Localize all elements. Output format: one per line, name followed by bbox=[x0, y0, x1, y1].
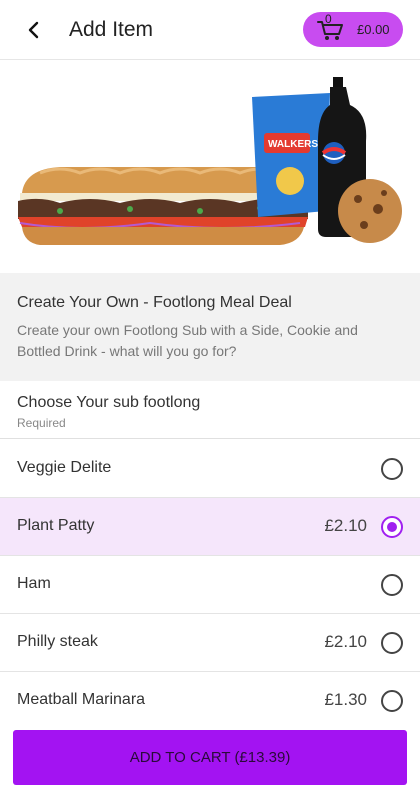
option-name: Veggie Delite bbox=[17, 459, 112, 476]
radio-button[interactable] bbox=[381, 574, 403, 596]
option-group-header: Choose Your sub footlong Required bbox=[0, 381, 420, 439]
cart-icon: 0 bbox=[317, 12, 345, 42]
page-title: Add Item bbox=[69, 18, 154, 41]
option-name: Meatball Marinara bbox=[17, 691, 146, 708]
meal-title: Create Your Own - Footlong Meal Deal bbox=[17, 294, 292, 311]
app-header: Add Item 0 £0.00 bbox=[0, 0, 420, 60]
cart-button[interactable]: 0 £0.00 bbox=[303, 12, 403, 47]
meal-description: Create your own Footlong Sub with a Side… bbox=[17, 322, 358, 359]
option-ham[interactable]: Ham bbox=[0, 556, 420, 614]
radio-button[interactable] bbox=[381, 690, 403, 712]
option-name: Plant Patty bbox=[17, 517, 95, 534]
chevron-left-icon bbox=[28, 21, 39, 39]
option-price: £2.10 bbox=[324, 632, 367, 651]
radio-button[interactable] bbox=[381, 632, 403, 654]
option-name: Philly steak bbox=[17, 633, 98, 650]
radio-button[interactable] bbox=[381, 458, 403, 480]
option-plant-patty[interactable]: Plant Patty £2.10 bbox=[0, 498, 420, 556]
option-group-title: Choose Your sub footlong bbox=[17, 394, 201, 411]
option-veggie-delite[interactable]: Veggie Delite bbox=[0, 440, 420, 498]
cart-count: 0 bbox=[325, 11, 332, 26]
option-name: Ham bbox=[17, 575, 51, 592]
add-to-cart-button[interactable]: ADD TO CART (£13.39) bbox=[13, 730, 407, 785]
radio-selected-dot bbox=[387, 522, 397, 532]
option-list: Veggie Delite Plant Patty £2.10 Ham Phil… bbox=[0, 440, 420, 730]
add-to-cart-label: ADD TO CART (£13.39) bbox=[129, 749, 291, 766]
meal-hero-image: WALKERS bbox=[0, 61, 420, 273]
bottom-bar: ADD TO CART (£13.39) bbox=[0, 712, 420, 800]
option-price: £1.30 bbox=[324, 690, 367, 709]
meal-info: Create Your Own - Footlong Meal Deal Cre… bbox=[0, 273, 420, 381]
chips-brand-label: WALKERS bbox=[268, 139, 318, 150]
required-label: Required bbox=[17, 416, 66, 430]
option-price: £2.10 bbox=[324, 516, 367, 535]
cart-total: £0.00 bbox=[357, 22, 390, 37]
back-button[interactable] bbox=[20, 16, 48, 44]
option-philly-steak[interactable]: Philly steak £2.10 bbox=[0, 614, 420, 672]
radio-button-selected[interactable] bbox=[381, 516, 403, 538]
